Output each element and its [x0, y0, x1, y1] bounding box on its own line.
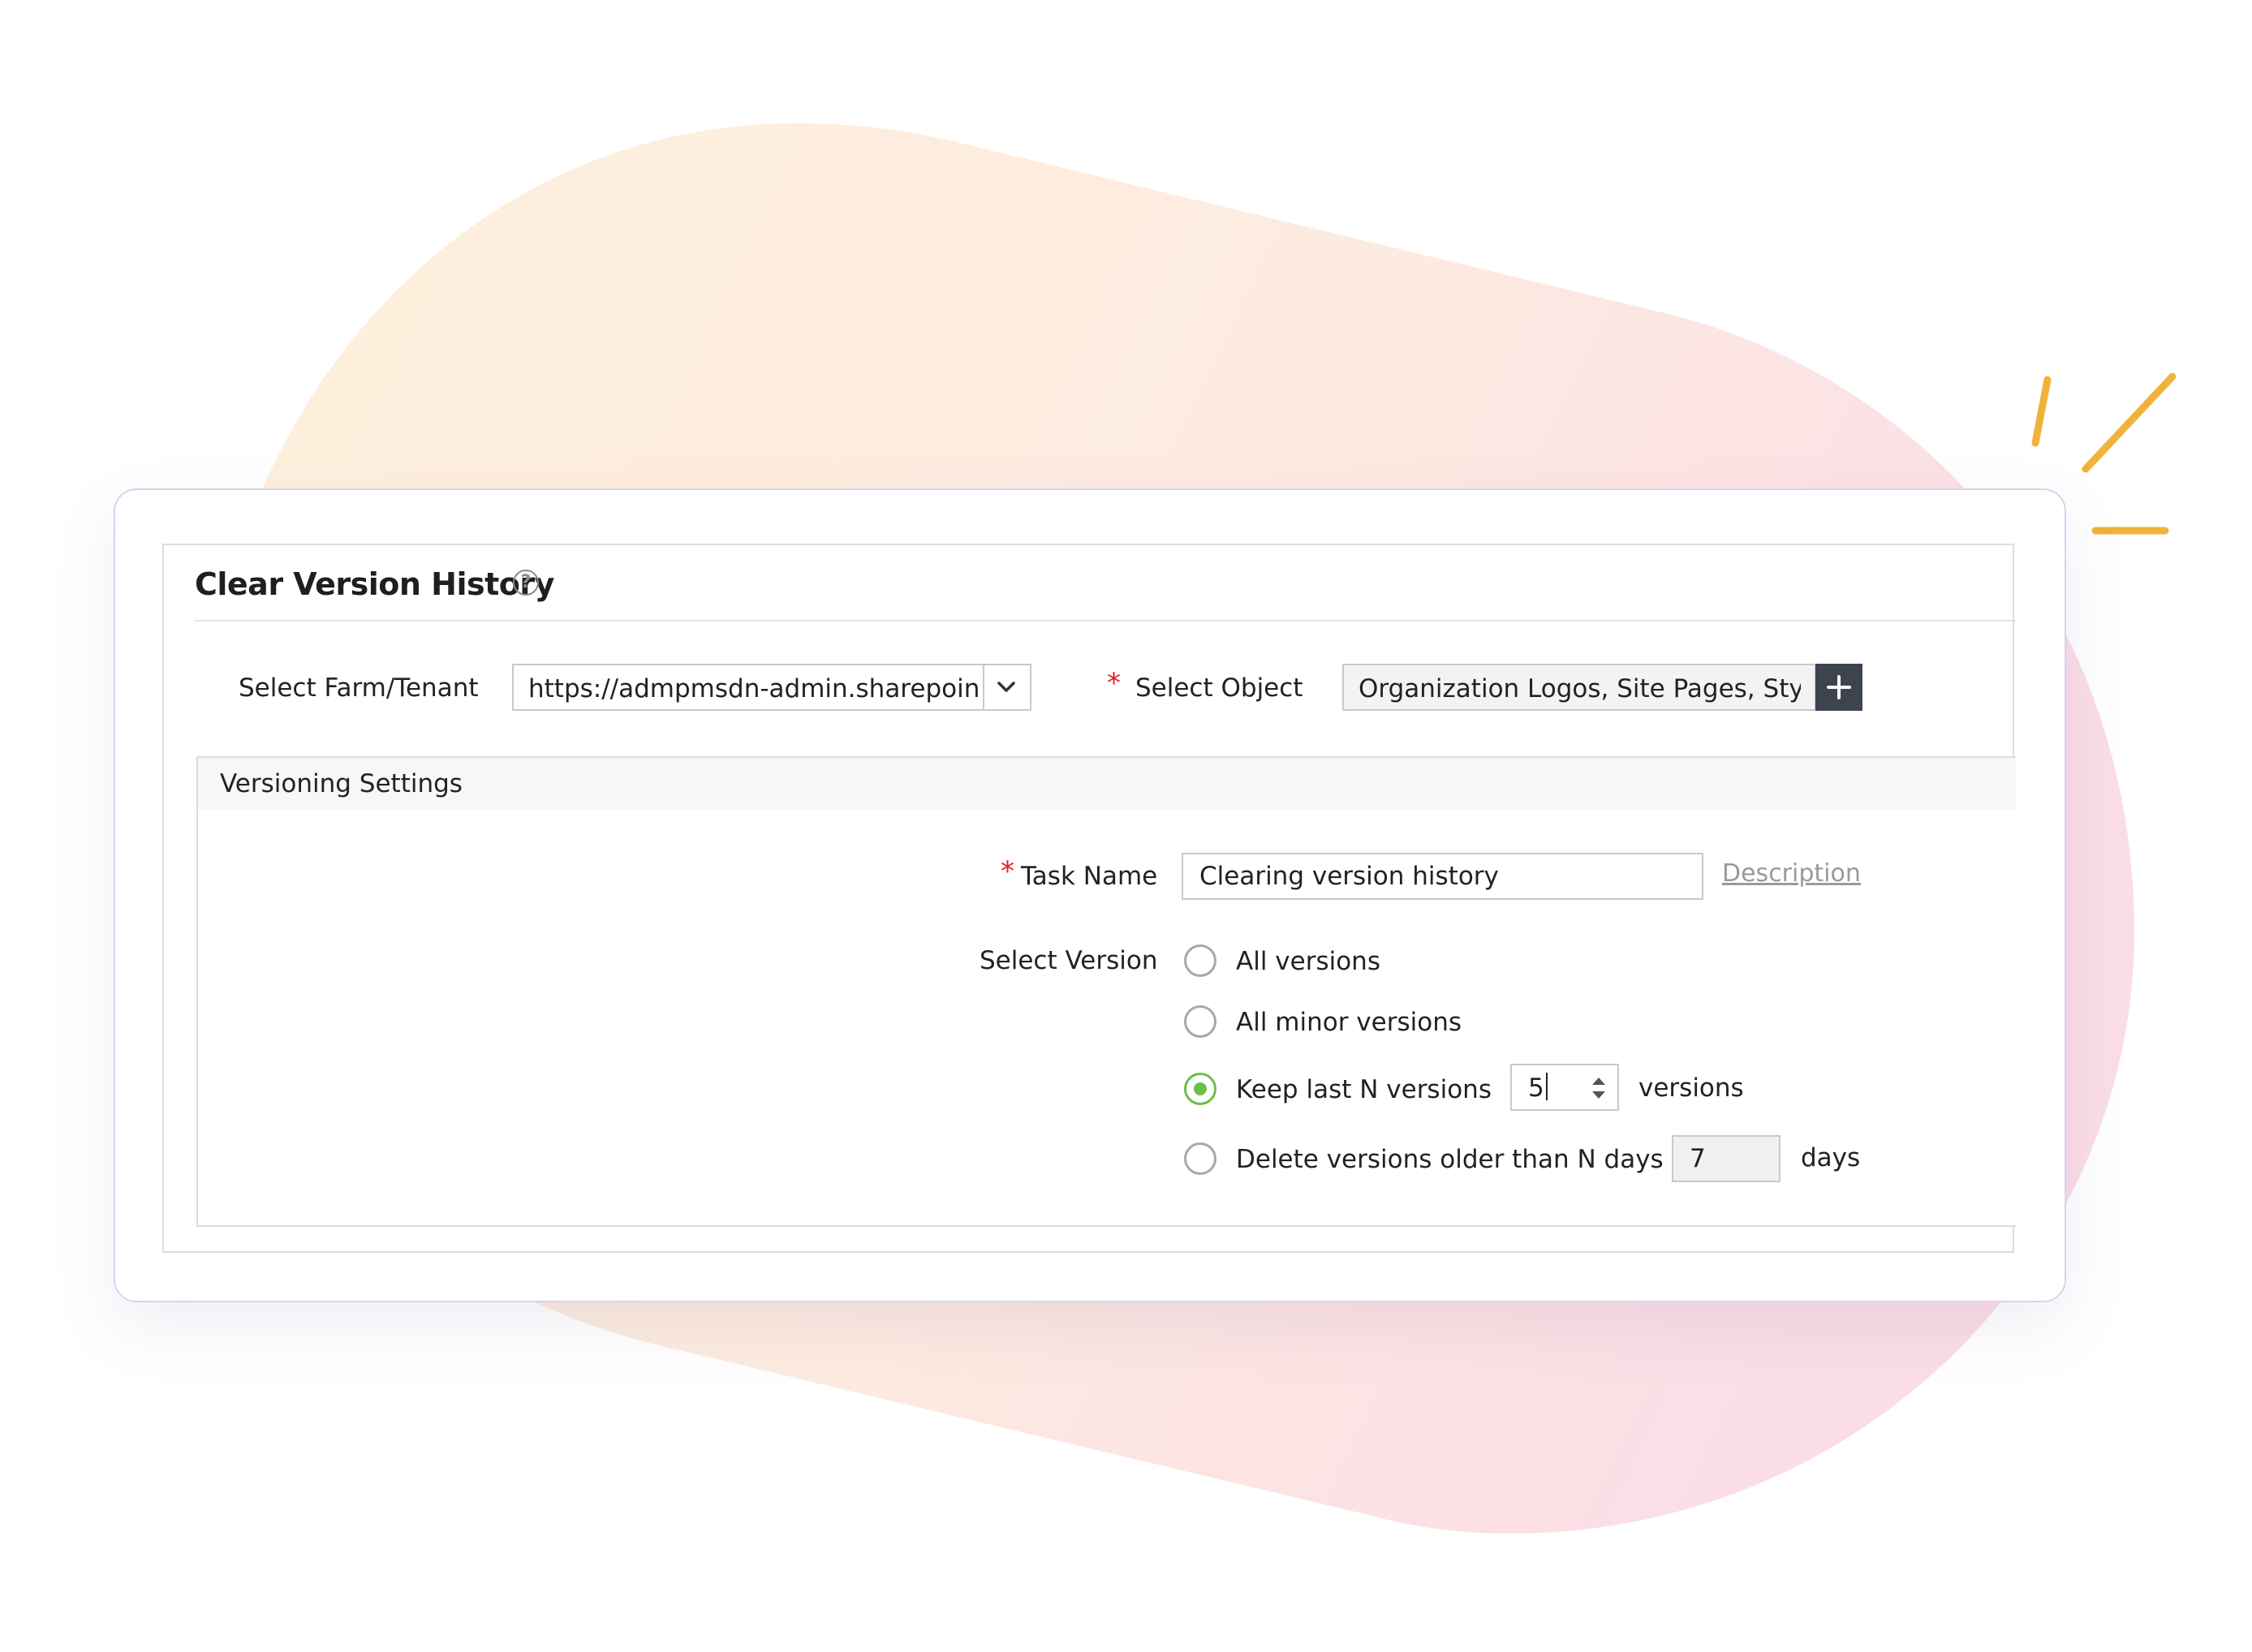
farm-tenant-label: Select Farm/Tenant — [239, 673, 479, 703]
chevron-down-icon[interactable] — [983, 665, 1030, 709]
section-header: Versioning Settings — [198, 758, 2016, 810]
text-caret — [1545, 1073, 1548, 1100]
radio-all-minor-versions[interactable] — [1184, 1005, 1216, 1038]
main-card: Clear Version History ? Select Farm/Tena… — [114, 488, 2066, 1302]
task-name-label: Task Name — [1021, 862, 1158, 891]
select-version-label: Select Version — [980, 946, 1158, 975]
description-link[interactable]: Description — [1722, 859, 1861, 888]
option-all-minor-versions-label: All minor versions — [1236, 1008, 1462, 1037]
select-object-required-mark: * — [1107, 667, 1121, 699]
task-name-required-mark: * — [1001, 855, 1014, 888]
older-days-suffix: days — [1801, 1143, 1861, 1172]
farm-tenant-value: https://admpmsdn-admin.sharepoint — [528, 674, 979, 703]
radio-selected-dot — [1194, 1082, 1207, 1095]
task-name-input[interactable]: Clearing version history — [1182, 853, 1703, 900]
select-object-value: Organization Logos, Site Pages, Style — [1359, 674, 1801, 703]
radio-delete-older-than-n-days[interactable] — [1184, 1142, 1216, 1175]
number-stepper-icon[interactable] — [1588, 1073, 1609, 1103]
task-name-value: Clearing version history — [1199, 862, 1499, 891]
plus-icon — [1827, 675, 1851, 699]
versioning-settings-section: Versioning Settings * Task Name Clearing… — [196, 756, 2016, 1227]
farm-tenant-select[interactable]: https://admpmsdn-admin.sharepoint — [512, 664, 1031, 711]
radio-keep-last-n-versions[interactable] — [1184, 1073, 1216, 1105]
keep-versions-number-input[interactable]: 5 — [1510, 1064, 1619, 1111]
older-days-value: 7 — [1690, 1144, 1706, 1173]
keep-versions-suffix: versions — [1638, 1073, 1744, 1103]
add-object-button[interactable] — [1815, 664, 1862, 711]
help-circle-icon[interactable]: ? — [513, 570, 539, 596]
section-title: Versioning Settings — [220, 769, 463, 798]
option-keep-last-n-versions-label: Keep last N versions — [1236, 1075, 1492, 1104]
clear-version-history-panel: Clear Version History ? Select Farm/Tena… — [162, 544, 2016, 1253]
page-title: Clear Version History — [195, 566, 554, 602]
keep-versions-value: 5 — [1528, 1073, 1548, 1103]
option-delete-older-label: Delete versions older than N days — [1236, 1145, 1664, 1174]
option-all-versions-label: All versions — [1236, 947, 1380, 976]
older-days-input[interactable]: 7 — [1672, 1135, 1781, 1182]
title-divider — [195, 620, 2016, 622]
radio-all-versions[interactable] — [1184, 944, 1216, 977]
select-object-label: Select Object — [1135, 673, 1303, 703]
select-object-field[interactable]: Organization Logos, Site Pages, Style — [1342, 664, 1816, 711]
